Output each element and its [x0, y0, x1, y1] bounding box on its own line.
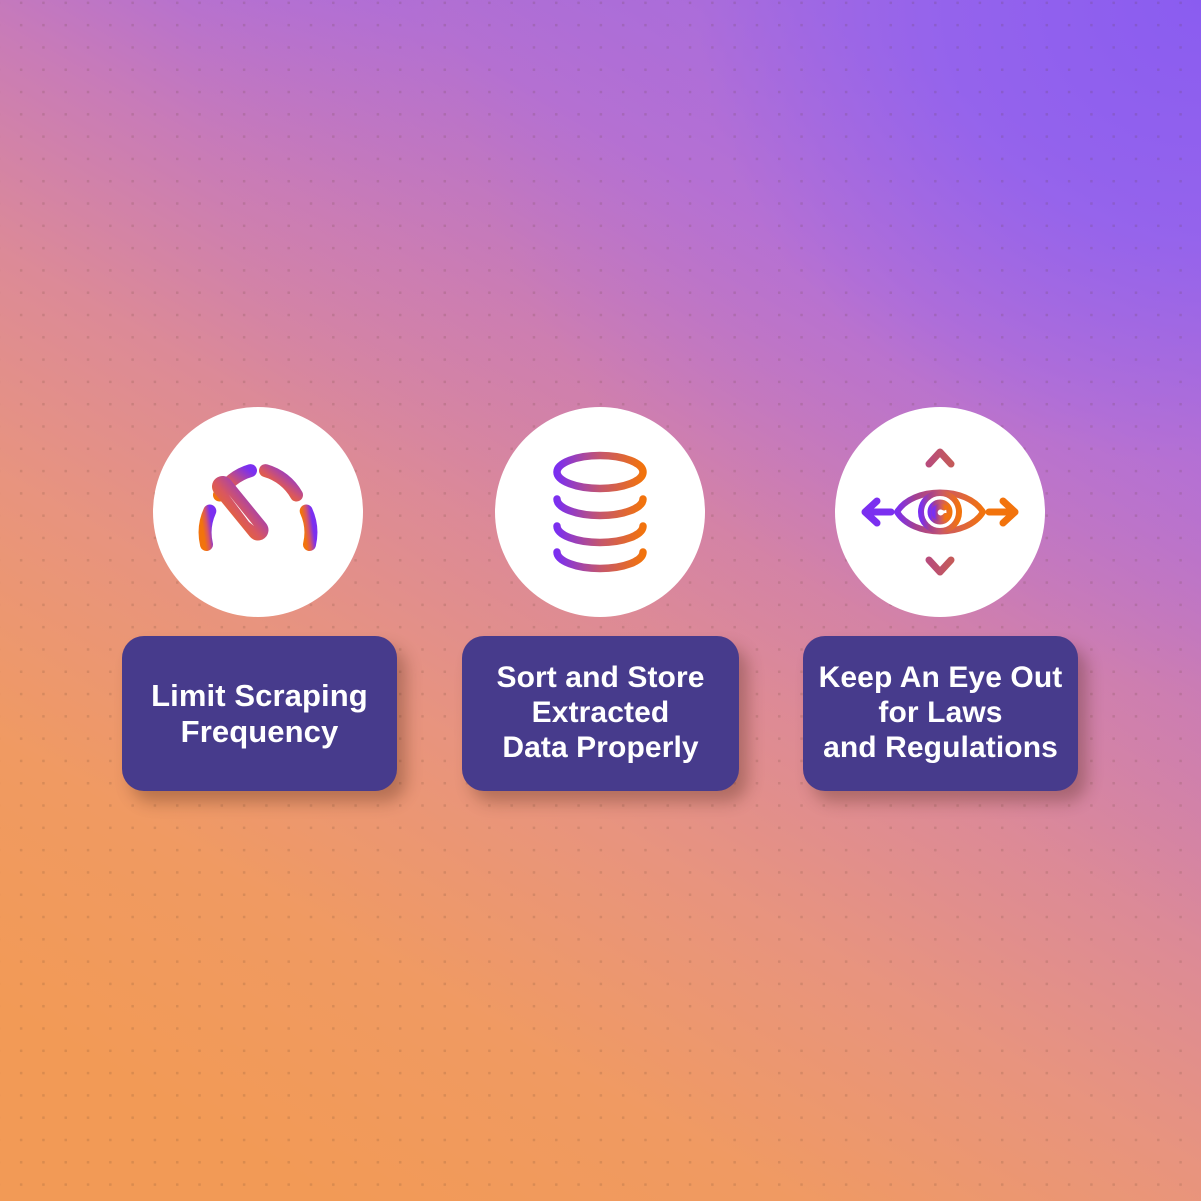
icon-circle-1	[153, 407, 363, 617]
eye-with-arrows-icon	[861, 442, 1019, 582]
feature-card-1-label: Limit Scraping Frequency	[151, 677, 368, 749]
feature-card-1[interactable]: Limit Scraping Frequency	[122, 636, 397, 791]
feature-card-2-label: Sort and Store Extracted Data Properly	[496, 661, 705, 764]
feature-card-2[interactable]: Sort and Store Extracted Data Properly	[462, 636, 739, 791]
icon-circle-3	[835, 407, 1045, 617]
database-icon	[540, 446, 660, 578]
infographic-canvas: Limit Scraping Frequency Sort and Store …	[0, 0, 1201, 1201]
feature-card-3-label: Keep An Eye Out for Laws and Regulations	[818, 661, 1063, 764]
icon-circle-2	[495, 407, 705, 617]
speedometer-icon	[192, 452, 324, 572]
feature-card-3[interactable]: Keep An Eye Out for Laws and Regulations	[803, 636, 1078, 791]
